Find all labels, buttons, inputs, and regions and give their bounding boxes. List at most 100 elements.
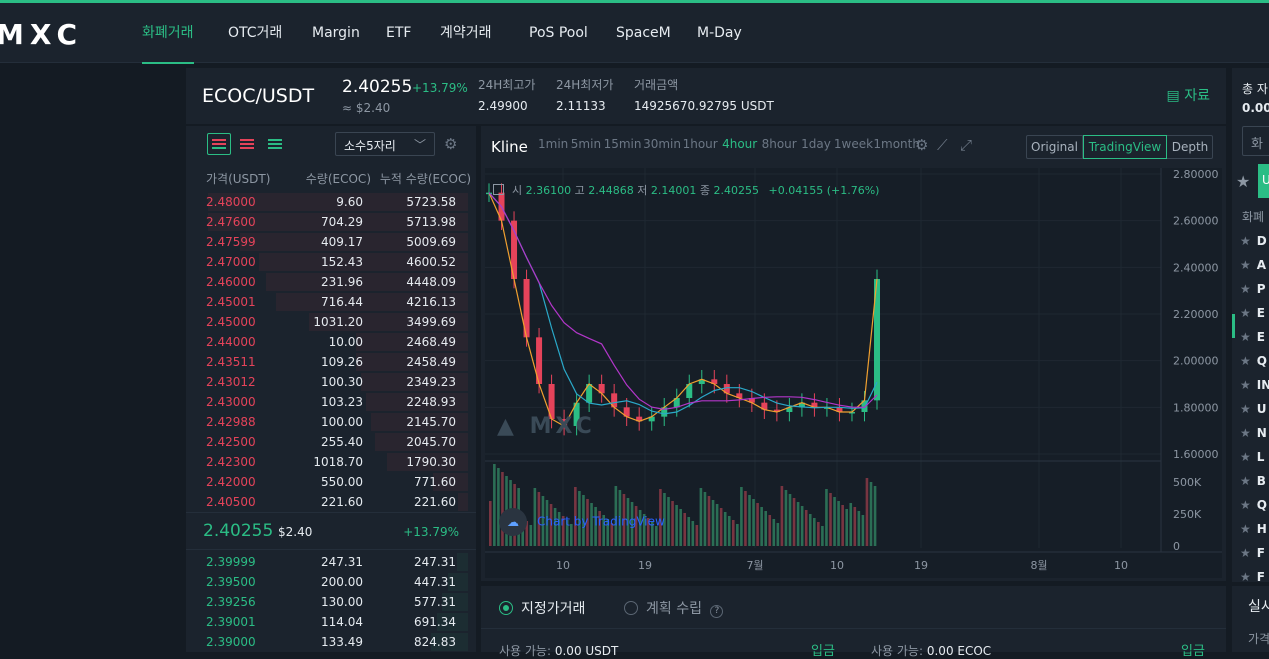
ask-row[interactable]: 2.48000 9.60 5723.58 xyxy=(186,192,468,212)
interval-1hour[interactable]: 1hour xyxy=(683,137,718,151)
chart-settings-icon[interactable]: ⚙ xyxy=(915,136,928,154)
bid-row[interactable]: 2.39999 247.31 247.31 xyxy=(186,552,468,572)
bids-view-button[interactable] xyxy=(264,134,286,154)
mxc-logo[interactable]: MXC xyxy=(0,19,96,49)
interval-1day[interactable]: 1day xyxy=(801,137,831,151)
star-icon[interactable]: ★ xyxy=(1240,426,1251,440)
market-list-item[interactable]: ★ A xyxy=(1240,258,1266,272)
market-list-item[interactable]: ★ N xyxy=(1240,426,1267,440)
recent-trades-title: 실시 xyxy=(1248,599,1269,615)
star-icon[interactable]: ★ xyxy=(1240,498,1251,512)
pair-name[interactable]: ECOC/USDT xyxy=(202,85,314,107)
market-search-input[interactable]: 화 xyxy=(1242,126,1269,156)
interval-4hour[interactable]: 4hour xyxy=(722,137,757,151)
star-icon[interactable]: ★ xyxy=(1240,306,1251,320)
orderbook-both-view-button[interactable] xyxy=(207,133,231,155)
ask-row[interactable]: 2.44000 10.00 2468.49 xyxy=(186,332,468,352)
market-list-item[interactable]: ★ Q xyxy=(1240,498,1267,512)
star-icon[interactable]: ★ xyxy=(1240,402,1251,416)
bid-row[interactable]: 2.39000 133.49 824.83 xyxy=(186,632,468,652)
ask-row[interactable]: 2.47000 152.43 4600.52 xyxy=(186,252,468,272)
star-icon[interactable]: ★ xyxy=(1240,330,1251,344)
volume-bar xyxy=(760,507,763,546)
nav-otc[interactable]: OTC거래 xyxy=(228,3,282,63)
ask-row[interactable]: 2.43511 109.26 2458.49 xyxy=(186,352,468,372)
star-icon[interactable]: ★ xyxy=(1240,258,1251,272)
volume-bar xyxy=(707,496,711,546)
market-list-item[interactable]: ★ F xyxy=(1240,570,1265,582)
help-icon[interactable]: ? xyxy=(710,605,724,618)
interval-1month[interactable]: 1month xyxy=(873,137,920,151)
ask-row[interactable]: 2.47599 409.17 5009.69 xyxy=(186,232,468,252)
asks-view-button[interactable] xyxy=(236,134,258,154)
market-list-item[interactable]: ★ U xyxy=(1240,402,1267,416)
market-tab-usdt[interactable]: U xyxy=(1258,164,1269,198)
nav-spot[interactable]: 화폐거래 xyxy=(142,3,194,64)
fullscreen-icon[interactable]: ⤢ xyxy=(960,136,972,154)
ask-row[interactable]: 2.42300 1018.70 1790.30 xyxy=(186,452,468,472)
favorites-star-icon[interactable]: ★ xyxy=(1236,172,1250,191)
star-icon[interactable]: ★ xyxy=(1240,234,1251,248)
tab-plan-order[interactable]: 계획 수립 ? xyxy=(624,598,724,618)
deposit-usdt-link[interactable]: 입금 xyxy=(811,640,835,659)
nav-mday[interactable]: M-Day xyxy=(697,3,742,63)
ask-row[interactable]: 2.46000 231.96 4448.09 xyxy=(186,272,468,292)
indicator-icon[interactable]: ⟋ xyxy=(937,136,948,154)
ask-row[interactable]: 2.47600 704.29 5713.98 xyxy=(186,212,468,232)
info-link[interactable]: ▤ 자료 xyxy=(1167,85,1210,105)
ask-row[interactable]: 2.45000 1031.20 3499.69 xyxy=(186,312,468,332)
view-original[interactable]: Original xyxy=(1027,136,1083,158)
row-amount: 109.26 xyxy=(321,355,363,369)
ask-row[interactable]: 2.42500 255.40 2045.70 xyxy=(186,432,468,452)
star-icon[interactable]: ★ xyxy=(1240,474,1251,488)
market-list-item[interactable]: ★ Q xyxy=(1240,354,1267,368)
ask-row[interactable]: 2.43000 103.23 2248.93 xyxy=(186,392,468,412)
bid-row[interactable]: 2.39001 114.04 691.34 xyxy=(186,612,468,632)
ask-row[interactable]: 2.42988 100.00 2145.70 xyxy=(186,412,468,432)
star-icon[interactable]: ★ xyxy=(1240,378,1251,392)
ask-row[interactable]: 2.45001 716.44 4216.13 xyxy=(186,292,468,312)
star-icon[interactable]: ★ xyxy=(1240,522,1251,536)
market-list-item[interactable]: ★ IN xyxy=(1240,378,1269,392)
bid-row[interactable]: 2.39500 200.00 447.31 xyxy=(186,572,468,592)
market-list-item[interactable]: ★ E xyxy=(1240,330,1265,344)
star-icon[interactable]: ★ xyxy=(1240,450,1251,464)
ask-row[interactable]: 2.43012 100.30 2349.23 xyxy=(186,372,468,392)
interval-15min[interactable]: 15min xyxy=(604,137,642,151)
market-list-item[interactable]: ★ F xyxy=(1240,546,1265,560)
decimals-select[interactable]: 소수5자리 ﹀ xyxy=(335,132,435,156)
nav-etf[interactable]: ETF xyxy=(386,3,411,63)
market-list-item[interactable]: ★ L xyxy=(1240,450,1264,464)
interval-30min[interactable]: 30min xyxy=(643,137,681,151)
market-list-item[interactable]: ★ P xyxy=(1240,282,1266,296)
interval-1week[interactable]: 1week xyxy=(834,137,873,151)
expand-icon[interactable] xyxy=(493,184,504,195)
star-icon[interactable]: ★ xyxy=(1240,282,1251,296)
market-list-item[interactable]: ★ B xyxy=(1240,474,1266,488)
market-list-item[interactable]: ★ E xyxy=(1240,306,1265,320)
interval-5min[interactable]: 5min xyxy=(571,137,601,151)
view-tradingview[interactable]: TradingView xyxy=(1083,135,1167,159)
ask-row[interactable]: 2.40500 221.60 221.60 xyxy=(186,492,468,512)
avail-usdt-row: 사용 가능: 0.00 USDT xyxy=(499,642,618,659)
market-list-item[interactable]: ★ D xyxy=(1240,234,1267,248)
nav-contract[interactable]: 계약거래 xyxy=(440,3,492,63)
star-icon[interactable]: ★ xyxy=(1240,354,1251,368)
volume-bar xyxy=(837,501,840,546)
tab-limit-order[interactable]: 지정가거래 xyxy=(499,598,585,618)
ask-row[interactable]: 2.42000 550.00 771.60 xyxy=(186,472,468,492)
nav-pos-pool[interactable]: PoS Pool xyxy=(529,3,588,63)
interval-8hour[interactable]: 8hour xyxy=(762,137,797,151)
interval-1min[interactable]: 1min xyxy=(538,137,568,151)
star-icon[interactable]: ★ xyxy=(1240,546,1251,560)
star-icon[interactable]: ★ xyxy=(1240,570,1251,582)
chart-canvas[interactable]: 2.80000 2.60000 2.40000 2.20000 2.00000 1.800… xyxy=(485,168,1222,578)
tradingview-credit[interactable]: ☁ Chart by TradingView xyxy=(499,508,665,536)
market-list-item[interactable]: ★ H xyxy=(1240,522,1267,536)
bid-row[interactable]: 2.39256 130.00 577.31 xyxy=(186,592,468,612)
view-depth[interactable]: Depth xyxy=(1167,136,1213,158)
deposit-ecoc-link[interactable]: 입금 xyxy=(1181,640,1205,659)
nav-spacem[interactable]: SpaceM xyxy=(616,3,671,63)
gear-icon[interactable]: ⚙ xyxy=(444,135,457,153)
nav-margin[interactable]: Margin xyxy=(312,3,360,63)
